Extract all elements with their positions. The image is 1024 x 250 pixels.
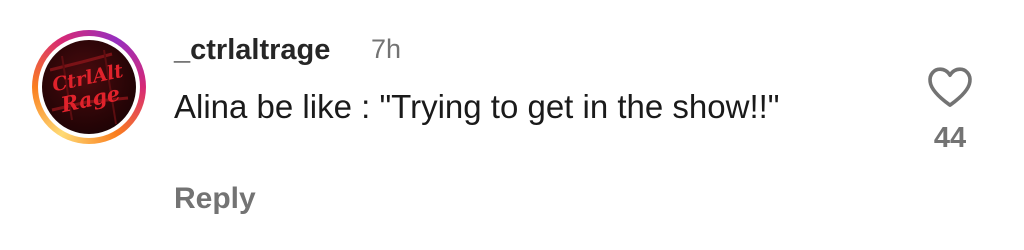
reply-button[interactable]: Reply [174, 182, 256, 216]
comment-timestamp: 7h [371, 34, 402, 64]
comment-username[interactable]: _ctrlaltrage [174, 34, 330, 67]
like-control: 44 [922, 66, 978, 155]
like-count: 44 [933, 122, 967, 154]
heart-outline-icon[interactable] [927, 66, 973, 108]
avatar-story-ring[interactable]: CtrlAlt Rage [32, 30, 146, 144]
avatar[interactable]: CtrlAlt Rage [42, 40, 136, 134]
avatar-logo-icon: CtrlAlt Rage [49, 49, 129, 125]
comment-item: CtrlAlt Rage _ctrlaltrage 7h Alina be li… [0, 0, 1024, 250]
comment-body: Alina be like : "Trying to get in the sh… [174, 88, 780, 125]
avatar-ring-gap: CtrlAlt Rage [38, 36, 140, 138]
